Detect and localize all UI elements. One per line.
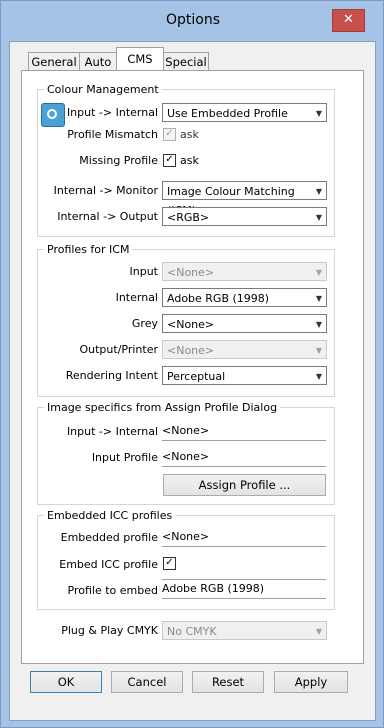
- label-rendering-intent: Rendering Intent: [65, 369, 158, 382]
- label-input-internal: Input -> Internal: [66, 106, 158, 119]
- internal-output-select[interactable]: <RGB> ▼: [162, 207, 327, 226]
- label-specifics-input-internal: Input -> Internal: [66, 425, 158, 438]
- chevron-down-icon: ▼: [315, 213, 322, 222]
- embedded-profile-value: <None>: [162, 530, 326, 547]
- specifics-input-profile-value: <None>: [162, 450, 326, 467]
- output-printer-select[interactable]: <None> ▼: [162, 340, 327, 359]
- chevron-down-icon: ▼: [315, 346, 322, 355]
- output-printer-value: <None>: [167, 344, 215, 357]
- missing-profile-checkbox[interactable]: ✓: [163, 154, 176, 167]
- label-specifics-input-profile: Input Profile: [91, 451, 158, 464]
- chevron-down-icon: ▼: [315, 372, 322, 381]
- tab-special[interactable]: Special: [163, 52, 209, 72]
- internal-profile-value: Adobe RGB (1998): [167, 292, 270, 305]
- rendering-intent-value: Perceptual: [167, 370, 226, 383]
- missing-profile-text: ask: [180, 154, 199, 167]
- internal-monitor-select[interactable]: Image Colour Matching (ICM)▼: [162, 181, 327, 217]
- profile-mismatch-text: ask: [180, 128, 199, 141]
- chevron-down-icon: ▼: [315, 187, 322, 196]
- grey-profile-value: <None>: [167, 318, 215, 331]
- label-internal-monitor: Internal -> Monitor: [53, 184, 158, 197]
- close-button[interactable]: ✕: [332, 9, 365, 32]
- chevron-down-icon: ▼: [315, 109, 322, 118]
- label-internal: Internal: [115, 291, 158, 304]
- label-grey: Grey: [131, 317, 158, 330]
- group-label-colour-management: Colour Management: [44, 83, 162, 96]
- internal-output-value: <RGB>: [167, 211, 210, 224]
- reset-button[interactable]: Reset: [192, 671, 264, 693]
- input-internal-value: Use Embedded Profile: [167, 107, 288, 120]
- internal-profile-select[interactable]: Adobe RGB (1998) ▼: [162, 288, 327, 307]
- group-label-image-specifics: Image specifics from Assign Profile Dial…: [44, 401, 281, 414]
- close-icon: ✕: [343, 12, 354, 27]
- grey-profile-select[interactable]: <None> ▼: [162, 314, 327, 333]
- input-internal-select[interactable]: Use Embedded Profile ▼: [162, 103, 327, 122]
- group-label-profiles-icm: Profiles for ICM: [44, 243, 133, 256]
- label-embed-icc-profile: Embed ICC profile: [59, 558, 158, 571]
- ok-button[interactable]: OK: [30, 671, 102, 693]
- profile-mismatch-checkbox[interactable]: ✓: [163, 128, 176, 141]
- input-profile-value: <None>: [167, 266, 215, 279]
- plug-play-cmyk-select[interactable]: No CMYK ▼: [162, 621, 327, 640]
- cms-app-icon[interactable]: [41, 103, 65, 127]
- assign-profile-button[interactable]: Assign Profile ...: [163, 474, 326, 496]
- tab-general[interactable]: General: [28, 52, 80, 72]
- tab-cms[interactable]: CMS: [116, 47, 164, 70]
- chevron-down-icon: ▼: [315, 268, 322, 277]
- embed-icc-profile-checkbox[interactable]: ✓: [163, 557, 176, 570]
- label-embedded-profile: Embedded profile: [60, 531, 158, 544]
- rendering-intent-select[interactable]: Perceptual ▼: [162, 366, 327, 385]
- label-output-printer: Output/Printer: [79, 343, 158, 356]
- label-profile-to-embed: Profile to embed: [67, 584, 158, 597]
- tab-auto[interactable]: Auto: [79, 52, 117, 72]
- window-title: Options: [165, 12, 221, 28]
- title-bar[interactable]: Options ✕: [1, 1, 383, 41]
- chevron-down-icon: ▼: [315, 627, 322, 636]
- plug-play-cmyk-value: No CMYK: [167, 625, 217, 638]
- group-label-embedded-icc: Embedded ICC profiles: [44, 509, 176, 522]
- apply-button[interactable]: Apply: [274, 671, 348, 693]
- chevron-down-icon: ▼: [315, 320, 322, 329]
- profile-to-embed-value: Adobe RGB (1998): [162, 579, 326, 599]
- label-plug-play-cmyk: Plug & Play CMYK: [61, 624, 158, 637]
- cms-app-icon-glyph: [47, 109, 57, 119]
- specifics-input-internal-value: <None>: [162, 424, 326, 441]
- cancel-button[interactable]: Cancel: [111, 671, 183, 693]
- input-profile-select[interactable]: <None> ▼: [162, 262, 327, 281]
- label-missing-profile: Missing Profile: [79, 154, 158, 167]
- chevron-down-icon: ▼: [315, 294, 322, 303]
- label-input: Input: [129, 265, 158, 278]
- label-internal-output: Internal -> Output: [57, 210, 158, 223]
- label-profile-mismatch: Profile Mismatch: [67, 128, 158, 141]
